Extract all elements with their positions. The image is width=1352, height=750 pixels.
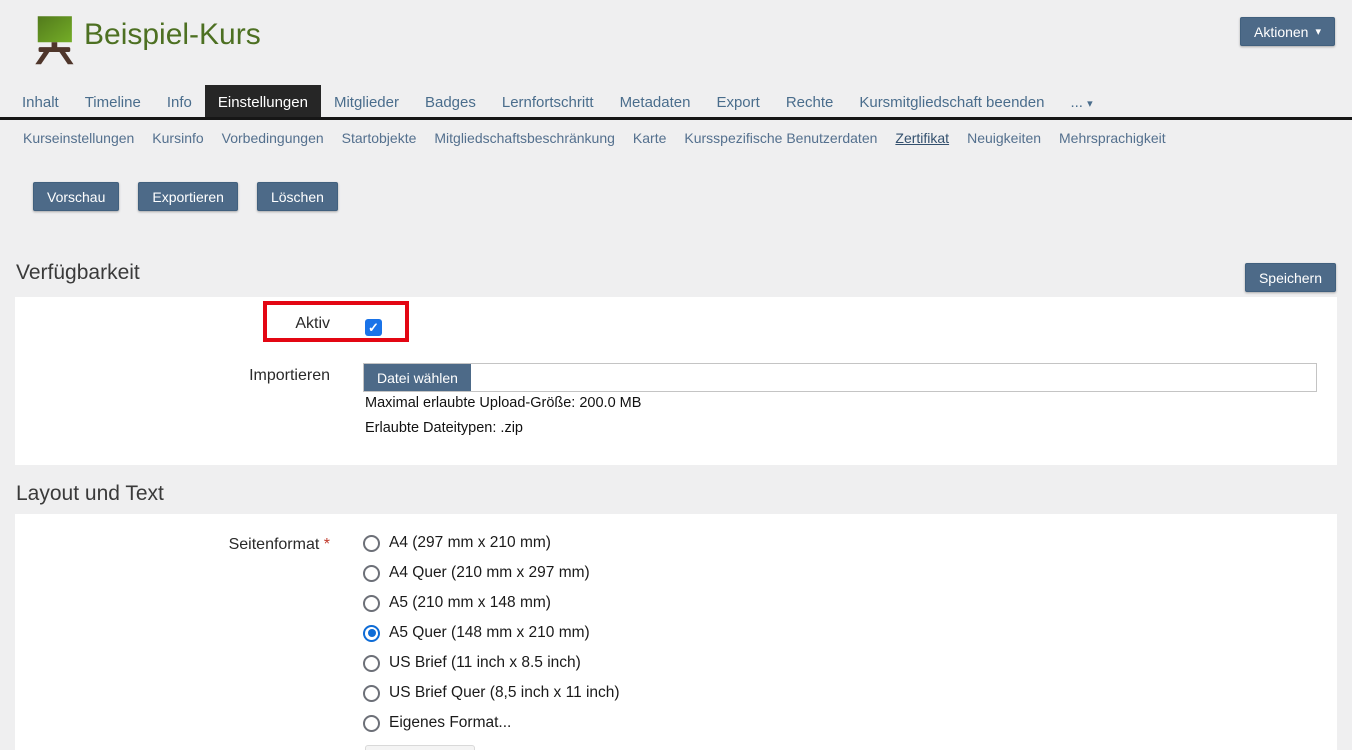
radio-icon[interactable]: [363, 565, 380, 582]
check-icon: ✓: [368, 320, 379, 336]
subnav-kursinfo[interactable]: Kursinfo: [143, 124, 212, 152]
subnav-kurseinstellungen[interactable]: Kurseinstellungen: [14, 124, 143, 152]
delete-button[interactable]: Löschen: [257, 182, 338, 211]
radio-icon[interactable]: [363, 685, 380, 702]
tab-kursmitgliedschaft-beenden[interactable]: Kursmitgliedschaft beenden: [846, 87, 1057, 117]
subnav-neuigkeiten[interactable]: Neuigkeiten: [958, 124, 1050, 152]
certificate-toolbar: Vorschau Exportieren Löschen: [33, 182, 338, 211]
subnav-mitgliedschaftsbeschraenkung[interactable]: Mitgliedschaftsbeschränkung: [425, 124, 624, 152]
subnav-vorbedingungen[interactable]: Vorbedingungen: [213, 124, 333, 152]
cutoff-control[interactable]: [365, 745, 475, 750]
tab-lernfortschritt[interactable]: Lernfortschritt: [489, 87, 607, 117]
radio-icon[interactable]: [363, 535, 380, 552]
page-format-label: Seitenformat *: [15, 536, 330, 554]
radio-icon-selected[interactable]: [363, 625, 380, 642]
tab-badges[interactable]: Badges: [412, 87, 489, 117]
radio-option-us-brief[interactable]: US Brief (11 inch x 8.5 inch): [363, 648, 620, 678]
tab-more-menu[interactable]: ... ▾: [1057, 87, 1105, 117]
radio-option-a4[interactable]: A4 (297 mm x 210 mm): [363, 528, 620, 558]
availability-section-title: Verfügbarkeit: [16, 261, 140, 285]
course-settings-page: Beispiel-Kurs Aktionen▾ Inhalt Timeline …: [0, 0, 1352, 750]
page-format-radio-group: A4 (297 mm x 210 mm) A4 Quer (210 mm x 2…: [363, 528, 620, 738]
filetypes-hint: Erlaubte Dateitypen: .zip: [365, 420, 523, 436]
export-button[interactable]: Exportieren: [138, 182, 238, 211]
radio-option-a5[interactable]: A5 (210 mm x 148 mm): [363, 588, 620, 618]
actions-button[interactable]: Aktionen▾: [1240, 17, 1335, 46]
active-label: Aktiv: [15, 315, 330, 333]
page-title: Beispiel-Kurs: [84, 18, 261, 52]
chevron-down-icon: ▾: [1315, 25, 1321, 38]
radio-option-eigenes-format[interactable]: Eigenes Format...: [363, 708, 620, 738]
tab-rechte[interactable]: Rechte: [773, 87, 847, 117]
settings-subnav: Kurseinstellungen Kursinfo Vorbedingunge…: [0, 120, 1352, 155]
active-checkbox[interactable]: ✓: [365, 319, 382, 336]
max-upload-hint: Maximal erlaubte Upload-Größe: 200.0 MB: [365, 395, 641, 411]
radio-icon[interactable]: [363, 715, 380, 732]
preview-button[interactable]: Vorschau: [33, 182, 119, 211]
tab-metadaten[interactable]: Metadaten: [607, 87, 704, 117]
subnav-zertifikat[interactable]: Zertifikat: [886, 124, 958, 152]
tab-export[interactable]: Export: [703, 87, 772, 117]
course-easel-icon: [27, 13, 81, 65]
availability-panel: Aktiv ✓ Importieren Datei wählen Maximal…: [15, 297, 1337, 465]
radio-option-a4-quer[interactable]: A4 Quer (210 mm x 297 mm): [363, 558, 620, 588]
chevron-down-icon: ▾: [1087, 98, 1093, 110]
radio-icon[interactable]: [363, 595, 380, 612]
radio-option-a5-quer[interactable]: A5 Quer (148 mm x 210 mm): [363, 618, 620, 648]
subnav-mehrsprachigkeit[interactable]: Mehrsprachigkeit: [1050, 124, 1175, 152]
layout-section-title: Layout und Text: [16, 482, 164, 506]
save-button[interactable]: Speichern: [1245, 263, 1336, 292]
tab-einstellungen[interactable]: Einstellungen: [205, 85, 321, 117]
required-marker: *: [324, 536, 330, 553]
tab-info[interactable]: Info: [154, 87, 205, 117]
subnav-startobjekte[interactable]: Startobjekte: [333, 124, 426, 152]
choose-file-button[interactable]: Datei wählen: [364, 364, 471, 391]
tab-inhalt[interactable]: Inhalt: [9, 87, 72, 117]
radio-option-us-brief-quer[interactable]: US Brief Quer (8,5 inch x 11 inch): [363, 678, 620, 708]
subnav-karte[interactable]: Karte: [624, 124, 675, 152]
tab-mitglieder[interactable]: Mitglieder: [321, 87, 412, 117]
file-input[interactable]: Datei wählen: [363, 363, 1317, 392]
tab-timeline[interactable]: Timeline: [72, 87, 154, 117]
main-tabbar: Inhalt Timeline Info Einstellungen Mitgl…: [0, 85, 1352, 120]
subnav-kursspezifische-benutzerdaten[interactable]: Kursspezifische Benutzerdaten: [675, 124, 886, 152]
radio-icon[interactable]: [363, 655, 380, 672]
layout-panel: Seitenformat * A4 (297 mm x 210 mm) A4 Q…: [15, 514, 1337, 750]
app-header: Beispiel-Kurs Aktionen▾: [0, 0, 1352, 85]
import-label: Importieren: [15, 367, 330, 385]
